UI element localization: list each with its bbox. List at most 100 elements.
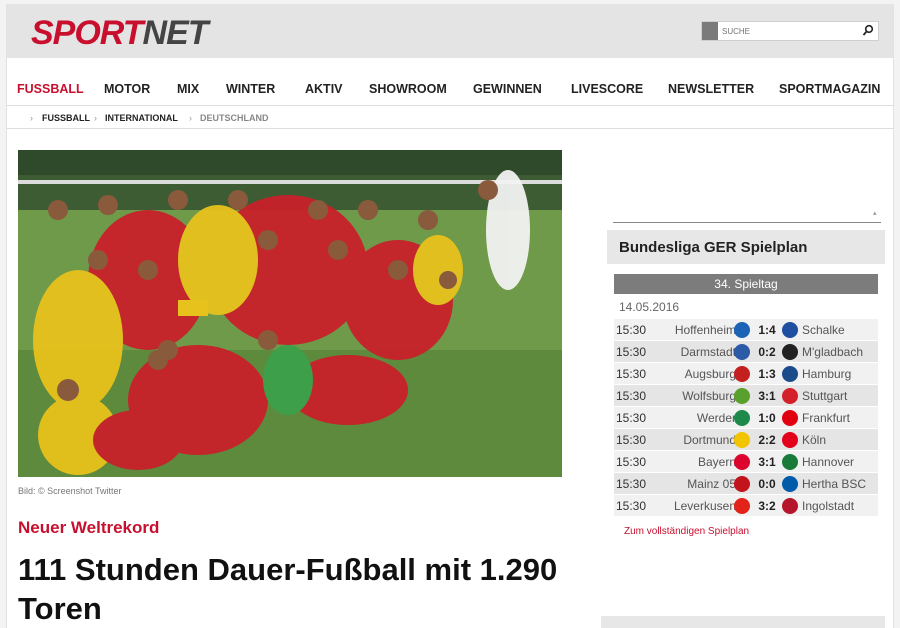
breadcrumb: › FUSSBALL › INTERNATIONAL › DEUTSCHLAND: [7, 107, 893, 129]
article-headline: 111 Stunden Dauer-Fußball mit 1.290 Tore…: [18, 552, 558, 626]
away-team-crest-icon: [782, 498, 798, 514]
home-team-crest-icon: [734, 454, 750, 470]
home-team: Mainz 05: [687, 477, 736, 491]
game-score: 1:0: [758, 411, 776, 425]
main-nav: FUSSBALL MOTOR MIX WINTER AKTIV SHOWROOM…: [7, 76, 893, 106]
game-row[interactable]: 15:30 Dortmund 2:2 Köln: [614, 429, 878, 451]
away-team-crest-icon: [782, 322, 798, 338]
breadcrumb-chevron-icon: ›: [94, 113, 97, 123]
away-team-crest-icon: [782, 344, 798, 360]
away-team: Frankfurt: [802, 411, 851, 425]
game-row[interactable]: 15:30 Wolfsburg 3:1 Stuttgart: [614, 385, 878, 407]
home-team: Wolfsburg: [682, 389, 736, 403]
away-team-crest-icon: [782, 476, 798, 492]
article-photo[interactable]: [18, 150, 562, 477]
home-team-crest-icon: [734, 388, 750, 404]
nav-item-mix[interactable]: MIX: [177, 82, 199, 96]
article-kicker: Neuer Weltrekord: [18, 518, 160, 537]
home-team: Hoffenheim: [674, 323, 736, 337]
game-score: 3:1: [758, 455, 776, 469]
away-team-crest-icon: [782, 410, 798, 426]
ad-marker-icon: ▴: [873, 210, 877, 217]
nav-item-newsletter[interactable]: NEWSLETTER: [668, 82, 754, 96]
home-team-crest-icon: [734, 366, 750, 382]
widget-title: Bundesliga GER Spielplan: [607, 230, 885, 264]
matchday-bar: 34. Spieltag: [614, 274, 878, 294]
game-score: 0:2: [758, 345, 776, 359]
game-score: 0:0: [758, 477, 776, 491]
games-list: 15:30 Hoffenheim 1:4 Schalke 15:30 Darmstadt 0…: [614, 319, 878, 517]
away-team-crest-icon: [782, 432, 798, 448]
breadcrumb-item-deutschland: DEUTSCHLAND: [200, 113, 269, 123]
game-time: 15:30: [616, 455, 647, 469]
home-team: Leverkusen: [673, 499, 736, 513]
nav-item-winter[interactable]: WINTER: [226, 82, 275, 96]
nav-item-livescore[interactable]: LIVESCORE: [571, 82, 643, 96]
away-team: Köln: [802, 433, 827, 447]
away-team: Schalke: [802, 323, 845, 337]
home-team-crest-icon: [734, 344, 750, 360]
search-icon[interactable]: [862, 24, 874, 38]
game-time: 15:30: [616, 389, 647, 403]
search-box: [701, 21, 879, 41]
home-team: Bayern: [697, 455, 736, 469]
bundesliga-schedule-widget: Bundesliga GER Spielplan 34. Spieltag 14…: [607, 230, 885, 537]
full-schedule-link[interactable]: Zum vollständigen Spielplan: [624, 526, 749, 537]
search-input[interactable]: [722, 24, 852, 38]
nav-item-gewinnen[interactable]: GEWINNEN: [473, 82, 542, 96]
away-team: Ingolstadt: [802, 499, 855, 513]
game-score: 3:1: [758, 389, 776, 403]
game-row[interactable]: 15:30 Augsburg 1:3 Hamburg: [614, 363, 878, 385]
nav-item-aktiv[interactable]: AKTIV: [305, 82, 343, 96]
nav-item-showroom[interactable]: SHOWROOM: [369, 82, 447, 96]
away-team-crest-icon: [782, 454, 798, 470]
game-time: 15:30: [616, 499, 647, 513]
breadcrumb-chevron-icon: ›: [189, 113, 192, 123]
game-row[interactable]: 15:30 Werder 1:0 Frankfurt: [614, 407, 878, 429]
game-row[interactable]: 15:30 Leverkusen 3:2 Ingolstadt: [614, 495, 878, 517]
breadcrumb-item-international[interactable]: INTERNATIONAL: [105, 113, 178, 123]
breadcrumb-chevron-icon: ›: [30, 113, 33, 123]
nav-item-motor[interactable]: MOTOR: [104, 82, 150, 96]
game-time: 15:30: [616, 323, 647, 337]
home-team: Werder: [696, 411, 736, 425]
logo-sport: SPORT: [31, 14, 144, 52]
game-score: 1:3: [758, 367, 776, 381]
match-date: 14.05.2016: [619, 300, 680, 314]
nav-item-fussball[interactable]: FUSSBALL: [17, 82, 84, 96]
home-team-crest-icon: [734, 498, 750, 514]
game-row[interactable]: 15:30 Bayern 3:1 Hannover: [614, 451, 878, 473]
away-team-crest-icon: [782, 366, 798, 382]
home-team-crest-icon: [734, 410, 750, 426]
home-team: Augsburg: [684, 367, 736, 381]
game-time: 15:30: [616, 477, 647, 491]
photo-caption: Bild: © Screenshot Twitter: [18, 486, 122, 496]
sidebar-divider: [613, 222, 881, 223]
away-team: Stuttgart: [802, 389, 848, 403]
logo-net: NET: [142, 14, 209, 52]
home-team-crest-icon: [734, 322, 750, 338]
game-row[interactable]: 15:30 Darmstadt 0:2 M'gladbach: [614, 341, 878, 363]
game-score: 3:2: [758, 499, 776, 513]
home-team: Darmstadt: [680, 345, 736, 359]
site-header: SPORTNET: [7, 4, 893, 58]
site-logo[interactable]: SPORTNET: [31, 14, 209, 53]
home-team-crest-icon: [734, 432, 750, 448]
game-row[interactable]: 15:30 Hoffenheim 1:4 Schalke: [614, 319, 878, 341]
game-score: 1:4: [758, 323, 776, 337]
home-team-crest-icon: [734, 476, 750, 492]
game-time: 15:30: [616, 367, 647, 381]
home-team: Dortmund: [683, 433, 736, 447]
game-time: 15:30: [616, 433, 647, 447]
game-score: 2:2: [758, 433, 776, 447]
breadcrumb-item-fussball[interactable]: FUSSBALL: [42, 113, 90, 123]
away-team: Hertha BSC: [802, 477, 867, 491]
nav-item-sportmagazin[interactable]: SPORTMAGAZIN: [779, 82, 880, 96]
game-time: 15:30: [616, 345, 647, 359]
sidebar-bottom-box: [601, 616, 885, 628]
away-team: M'gladbach: [802, 345, 863, 359]
away-team: Hamburg: [802, 367, 852, 381]
away-team-crest-icon: [782, 388, 798, 404]
search-box-marker: [702, 22, 718, 40]
game-row[interactable]: 15:30 Mainz 05 0:0 Hertha BSC: [614, 473, 878, 495]
